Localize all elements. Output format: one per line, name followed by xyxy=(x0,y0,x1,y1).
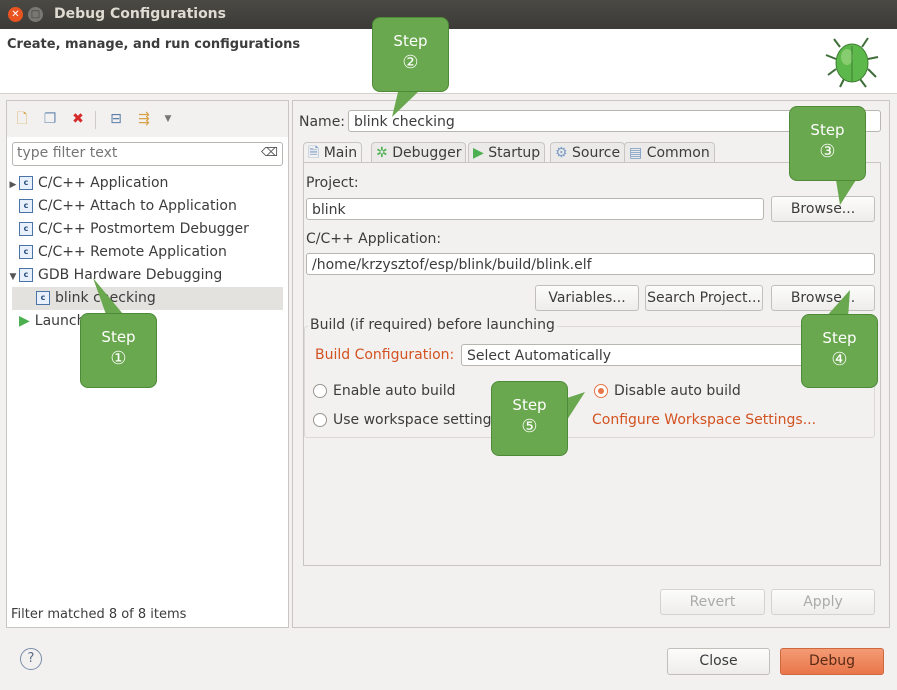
apply-button[interactable]: Apply xyxy=(771,589,875,615)
application-input[interactable]: /home/krzysztof/esp/blink/build/blink.el… xyxy=(306,253,875,275)
tree-item-gdb-hardware[interactable]: ▼ c GDB Hardware Debugging xyxy=(7,264,288,287)
tree-item-cpp-attach[interactable]: c C/C++ Attach to Application xyxy=(7,195,288,218)
revert-button[interactable]: Revert xyxy=(660,589,765,615)
collapse-all-icon[interactable]: ⊟ xyxy=(107,110,125,128)
tree-item-label: blink checking xyxy=(55,290,156,306)
common-icon: ▤ xyxy=(629,145,643,161)
c-config-icon: c xyxy=(19,199,33,213)
close-window-icon[interactable]: ✕ xyxy=(8,7,23,22)
tab-common[interactable]: ▤ Common xyxy=(624,142,715,163)
tree-item-label: C/C++ Application xyxy=(38,175,169,191)
tab-main[interactable]: 🗎 Main xyxy=(303,142,363,164)
tree-item-label: C/C++ Postmortem Debugger xyxy=(38,221,249,237)
radio-button[interactable] xyxy=(313,413,327,427)
expand-arrow-icon[interactable]: ▶ xyxy=(7,174,19,197)
application-label: C/C++ Application: xyxy=(306,231,442,247)
source-icon: ⚙ xyxy=(555,145,568,161)
help-icon[interactable]: ? xyxy=(20,648,42,670)
c-config-icon: c xyxy=(19,176,33,190)
step-2-callout: Step ② xyxy=(372,17,449,92)
header-text: Create, manage, and run configurations xyxy=(7,37,301,52)
configure-workspace-link[interactable]: Configure Workspace Settings... xyxy=(592,412,816,428)
project-label: Project: xyxy=(306,175,359,191)
filter-input[interactable] xyxy=(13,143,256,163)
step-3-callout: Step ③ xyxy=(789,106,866,181)
step-4-callout: Step ④ xyxy=(801,314,878,388)
radio-button-selected[interactable] xyxy=(594,384,608,398)
play-icon: ▶ xyxy=(473,145,484,161)
filter-status: Filter matched 8 of 8 items xyxy=(11,607,187,622)
radio-button[interactable] xyxy=(313,384,327,398)
maximize-window-icon[interactable]: □ xyxy=(28,7,43,22)
search-project-button[interactable]: Search Project... xyxy=(645,285,763,311)
dropdown-icon[interactable]: ▼ xyxy=(159,110,177,128)
step-1-callout: Step ① xyxy=(80,313,157,388)
name-label: Name: xyxy=(299,114,346,130)
filter-field[interactable]: ⌫ xyxy=(12,142,283,166)
radio-enable-auto-build[interactable]: Enable auto build xyxy=(313,383,456,399)
debug-button[interactable]: Debug xyxy=(780,648,884,675)
c-config-icon: c xyxy=(19,245,33,259)
build-config-label: Build Configuration: xyxy=(315,347,455,363)
duplicate-icon[interactable]: ❐ xyxy=(41,110,59,128)
tree-item-label: C/C++ Attach to Application xyxy=(38,198,237,214)
tree-item-cpp-application[interactable]: ▶ c C/C++ Application xyxy=(7,172,288,195)
c-config-icon: c xyxy=(19,268,33,282)
tree-item-label: C/C++ Remote Application xyxy=(38,244,227,260)
browse-project-button[interactable]: Browse... xyxy=(771,196,875,222)
radio-disable-auto-build[interactable]: Disable auto build xyxy=(594,383,741,399)
tab-source[interactable]: ⚙ Source xyxy=(550,142,626,163)
main-tab-content: Project: blink Browse... C/C++ Applicati… xyxy=(303,162,881,566)
tree-item-cpp-postmortem[interactable]: c C/C++ Postmortem Debugger xyxy=(7,218,288,241)
tree-item-label: GDB Hardware Debugging xyxy=(38,267,223,283)
build-group: Build Configuration: Select Automaticall… xyxy=(304,326,875,438)
browse-application-button[interactable]: Browse... xyxy=(771,285,875,311)
tab-debugger[interactable]: ✲ Debugger xyxy=(371,142,467,163)
project-input[interactable]: blink xyxy=(306,198,764,220)
tree-item-cpp-remote[interactable]: c C/C++ Remote Application xyxy=(7,241,288,264)
delete-icon[interactable]: ✖ xyxy=(69,110,87,128)
filter-icon[interactable]: ⇶ xyxy=(135,110,153,128)
build-group-label: Build (if required) before launching xyxy=(308,317,557,333)
launch-group-icon: ▶ xyxy=(19,313,30,329)
collapse-arrow-icon[interactable]: ▼ xyxy=(7,266,19,289)
toolbar-divider xyxy=(95,111,96,129)
clear-filter-icon[interactable]: ⌫ xyxy=(261,145,278,159)
tree-item-blink-checking[interactable]: c blink checking xyxy=(12,287,283,310)
variables-button[interactable]: Variables... xyxy=(535,285,639,311)
list-toolbar: 🗋 ❐ ✖ ⊟ ⇶ ▼ xyxy=(7,101,288,137)
new-config-icon[interactable]: 🗋 xyxy=(13,110,31,128)
bug-gear-icon: ✲ xyxy=(376,145,388,161)
c-config-icon: c xyxy=(19,222,33,236)
close-button[interactable]: Close xyxy=(667,648,770,675)
radio-use-workspace[interactable]: Use workspace settings xyxy=(313,412,499,428)
c-config-icon: c xyxy=(36,291,50,305)
tab-startup[interactable]: ▶ Startup xyxy=(468,142,546,163)
window-title: Debug Configurations xyxy=(54,6,226,22)
bug-icon xyxy=(825,37,879,88)
step-5-callout: Step ⑤ xyxy=(491,381,568,456)
document-icon: 🗎 xyxy=(308,145,320,161)
